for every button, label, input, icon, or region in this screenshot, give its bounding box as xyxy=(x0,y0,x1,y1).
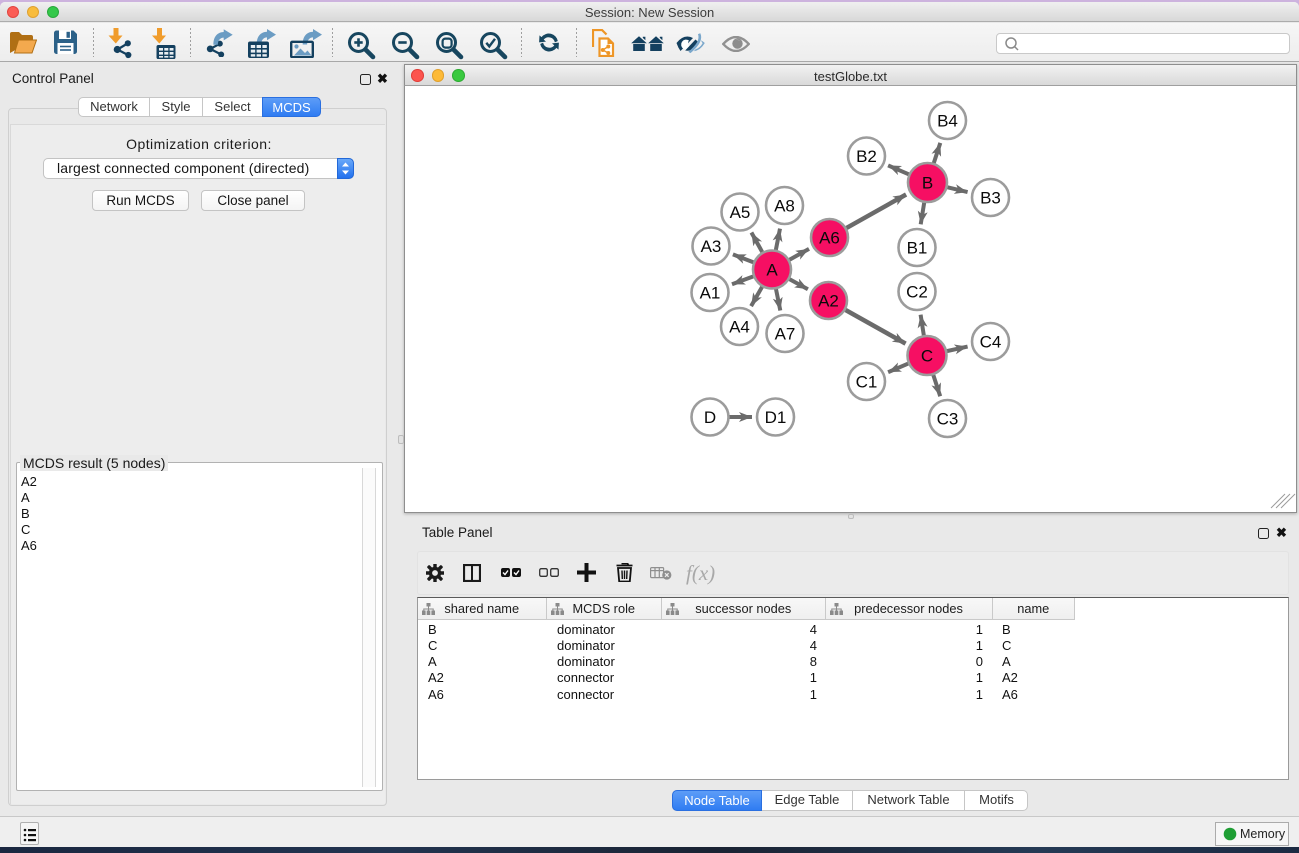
svg-text:D1: D1 xyxy=(765,408,787,427)
svg-text:B: B xyxy=(922,174,933,193)
svg-text:A1: A1 xyxy=(700,284,721,303)
svg-text:A5: A5 xyxy=(730,203,751,222)
svg-text:B1: B1 xyxy=(907,239,928,258)
svg-text:C3: C3 xyxy=(937,410,959,429)
svg-text:A6: A6 xyxy=(819,229,840,248)
svg-text:B2: B2 xyxy=(856,147,877,166)
svg-text:B3: B3 xyxy=(980,189,1001,208)
svg-text:C2: C2 xyxy=(906,283,928,302)
svg-text:A: A xyxy=(766,261,778,280)
svg-text:C1: C1 xyxy=(856,373,878,392)
svg-text:B4: B4 xyxy=(937,112,958,131)
svg-text:A8: A8 xyxy=(774,197,795,216)
svg-text:C: C xyxy=(921,347,933,366)
svg-text:A4: A4 xyxy=(729,318,750,337)
svg-text:A3: A3 xyxy=(701,237,722,256)
svg-text:C4: C4 xyxy=(980,333,1002,352)
svg-text:A7: A7 xyxy=(775,325,796,344)
svg-text:D: D xyxy=(704,408,716,427)
svg-text:A2: A2 xyxy=(818,292,839,311)
